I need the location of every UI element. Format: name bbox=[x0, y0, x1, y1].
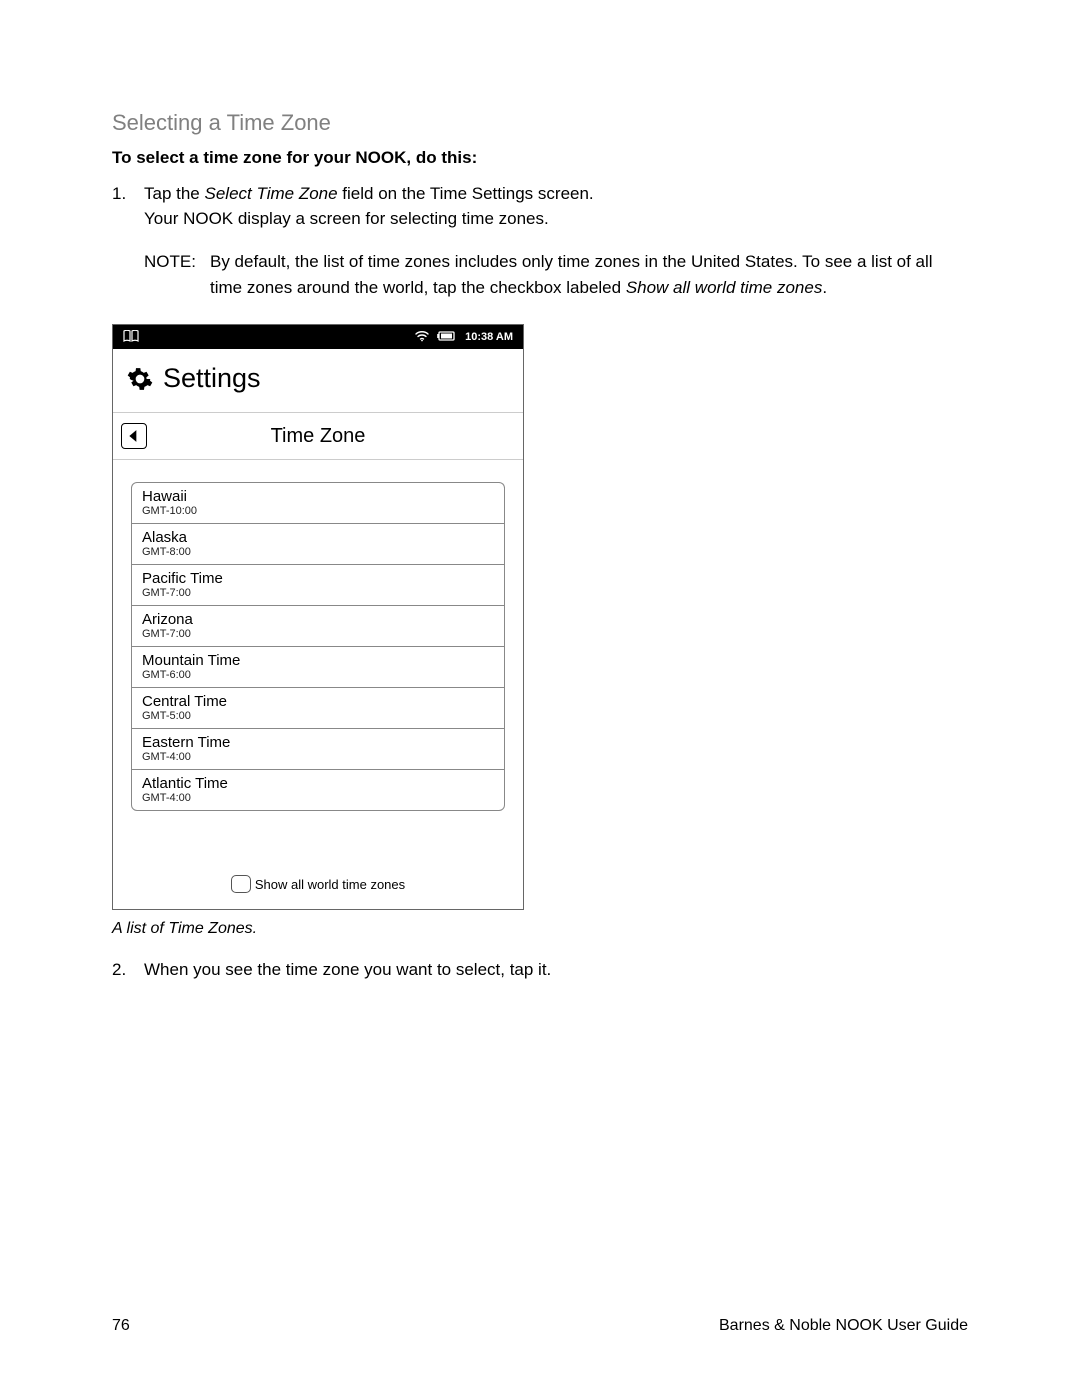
status-time: 10:38 AM bbox=[465, 331, 513, 343]
subheader: Time Zone bbox=[113, 413, 523, 460]
step-body: When you see the time zone you want to s… bbox=[144, 958, 968, 983]
footer-title: Barnes & Noble NOOK User Guide bbox=[719, 1317, 968, 1335]
timezone-name: Central Time bbox=[142, 693, 494, 710]
note-body: By default, the list of time zones inclu… bbox=[210, 249, 968, 300]
steps-list-2: 2. When you see the time zone you want t… bbox=[112, 958, 968, 983]
settings-title: Settings bbox=[163, 363, 261, 394]
wifi-icon bbox=[415, 330, 429, 345]
timezone-item[interactable]: Pacific Time GMT-7:00 bbox=[131, 564, 505, 605]
note-italic: Show all world time zones bbox=[626, 278, 823, 297]
timezone-gmt: GMT-10:00 bbox=[142, 505, 494, 517]
timezone-name: Pacific Time bbox=[142, 570, 494, 587]
note-block: NOTE: By default, the list of time zones… bbox=[144, 249, 968, 300]
page-footer: 76 Barnes & Noble NOOK User Guide bbox=[112, 1317, 968, 1335]
intro-bold: To select a time zone for your NOOK, do … bbox=[112, 148, 968, 168]
step1-italic: Select Time Zone bbox=[205, 184, 338, 203]
status-bar: 10:38 AM bbox=[113, 325, 523, 349]
timezone-gmt: GMT-4:00 bbox=[142, 751, 494, 763]
timezone-item[interactable]: Arizona GMT-7:00 bbox=[131, 605, 505, 646]
step-number: 1. bbox=[112, 182, 144, 231]
step-1: 1. Tap the Select Time Zone field on the… bbox=[112, 182, 968, 231]
note-text-b: . bbox=[822, 278, 827, 297]
battery-icon bbox=[437, 331, 457, 344]
timezone-item[interactable]: Alaska GMT-8:00 bbox=[131, 523, 505, 564]
device-screenshot: 10:38 AM Settings Time Zone Hawaii GMT-1… bbox=[112, 324, 524, 910]
timezone-name: Hawaii bbox=[142, 488, 494, 505]
timezone-name: Mountain Time bbox=[142, 652, 494, 669]
timezone-item[interactable]: Central Time GMT-5:00 bbox=[131, 687, 505, 728]
timezone-name: Atlantic Time bbox=[142, 775, 494, 792]
step1-text-a: Tap the bbox=[144, 184, 205, 203]
note-label: NOTE: bbox=[144, 249, 210, 300]
timezone-name: Arizona bbox=[142, 611, 494, 628]
page-number: 76 bbox=[112, 1317, 130, 1335]
timezone-gmt: GMT-4:00 bbox=[142, 792, 494, 804]
document-page: Selecting a Time Zone To select a time z… bbox=[0, 0, 1080, 1397]
section-heading: Selecting a Time Zone bbox=[112, 110, 968, 136]
show-all-label: Show all world time zones bbox=[255, 877, 405, 892]
gear-icon bbox=[127, 366, 153, 392]
book-icon bbox=[123, 330, 139, 345]
steps-list: 1. Tap the Select Time Zone field on the… bbox=[112, 182, 968, 231]
timezone-item[interactable]: Mountain Time GMT-6:00 bbox=[131, 646, 505, 687]
timezone-item[interactable]: Atlantic Time GMT-4:00 bbox=[131, 769, 505, 811]
step1-text-b: field on the Time Settings screen. bbox=[338, 184, 594, 203]
timezone-gmt: GMT-7:00 bbox=[142, 628, 494, 640]
step1-line2: Your NOOK display a screen for selecting… bbox=[144, 209, 549, 228]
timezone-gmt: GMT-6:00 bbox=[142, 669, 494, 681]
timezone-name: Alaska bbox=[142, 529, 494, 546]
step-number: 2. bbox=[112, 958, 144, 983]
timezone-list: Hawaii GMT-10:00 Alaska GMT-8:00 Pacific… bbox=[113, 460, 523, 861]
timezone-gmt: GMT-8:00 bbox=[142, 546, 494, 558]
step-body: Tap the Select Time Zone field on the Ti… bbox=[144, 182, 968, 231]
timezone-item[interactable]: Hawaii GMT-10:00 bbox=[131, 482, 505, 523]
subheader-title: Time Zone bbox=[147, 425, 515, 448]
show-all-checkbox[interactable] bbox=[231, 875, 251, 893]
timezone-gmt: GMT-7:00 bbox=[142, 587, 494, 599]
back-button[interactable] bbox=[121, 423, 147, 449]
settings-header: Settings bbox=[113, 349, 523, 413]
figure-caption: A list of Time Zones. bbox=[112, 920, 968, 938]
timezone-item[interactable]: Eastern Time GMT-4:00 bbox=[131, 728, 505, 769]
timezone-gmt: GMT-5:00 bbox=[142, 710, 494, 722]
show-all-row: Show all world time zones bbox=[113, 861, 523, 909]
step-2: 2. When you see the time zone you want t… bbox=[112, 958, 968, 983]
timezone-name: Eastern Time bbox=[142, 734, 494, 751]
